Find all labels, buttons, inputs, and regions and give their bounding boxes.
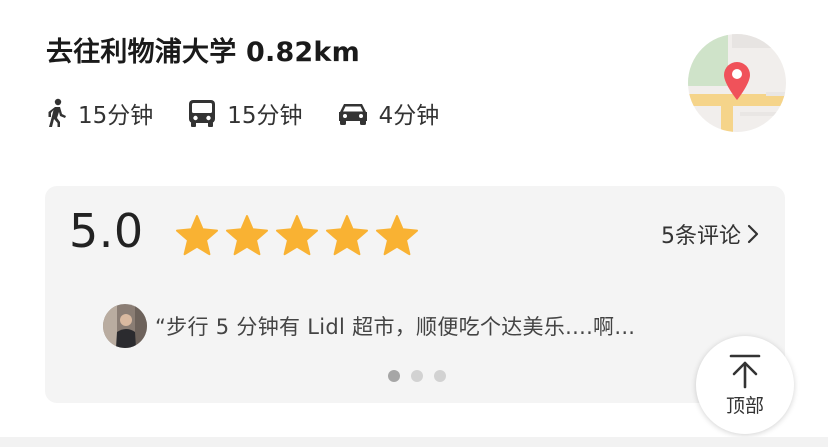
star-icon [226,215,268,256]
map-thumbnail[interactable] [688,34,786,132]
star-icon [326,215,368,256]
review-snippet[interactable]: “步行 5 分钟有 Lidl 超市，顺便吃个达美乐....啊... [103,304,635,348]
review-snippet-text: “步行 5 分钟有 Lidl 超市，顺便吃个达美乐....啊... [155,315,636,339]
route-title: 去往利物浦大学 0.82km [46,37,360,68]
car-icon [337,100,369,126]
bus-icon [187,98,217,128]
back-to-top-label: 顶部 [725,394,764,417]
rating-score: 5.0 [69,204,144,258]
chevron-right-icon [747,224,759,244]
review-count-link[interactable]: 5条评论 [661,218,759,250]
section-divider [0,437,828,447]
review-count-label: 5条评论 [661,224,741,249]
mode-car[interactable]: 4分钟 [337,96,440,130]
star-icon [376,215,418,256]
back-to-top-button[interactable]: 顶部 [696,336,794,434]
walk-icon [46,98,68,128]
star-rating [175,214,425,258]
mode-walk[interactable]: 15分钟 [46,96,153,130]
star-icon [276,215,318,256]
avatar [103,304,147,348]
carousel-dots [388,370,457,382]
star-icon [176,215,218,256]
bus-time: 15分钟 [227,103,303,129]
arrow-to-top-icon [729,354,761,388]
walk-time: 15分钟 [78,103,154,129]
review-card[interactable]: 5.0 5条评论 “步行 5 分钟有 Lidl 超市，顺便吃个达美乐....啊.… [45,186,785,403]
carousel-dot[interactable] [434,370,446,382]
carousel-dot[interactable] [388,370,400,382]
travel-modes: 15分钟 15分钟 4分钟 [46,94,473,132]
car-time: 4分钟 [378,103,440,129]
carousel-dot[interactable] [411,370,423,382]
mode-bus[interactable]: 15分钟 [187,96,303,130]
